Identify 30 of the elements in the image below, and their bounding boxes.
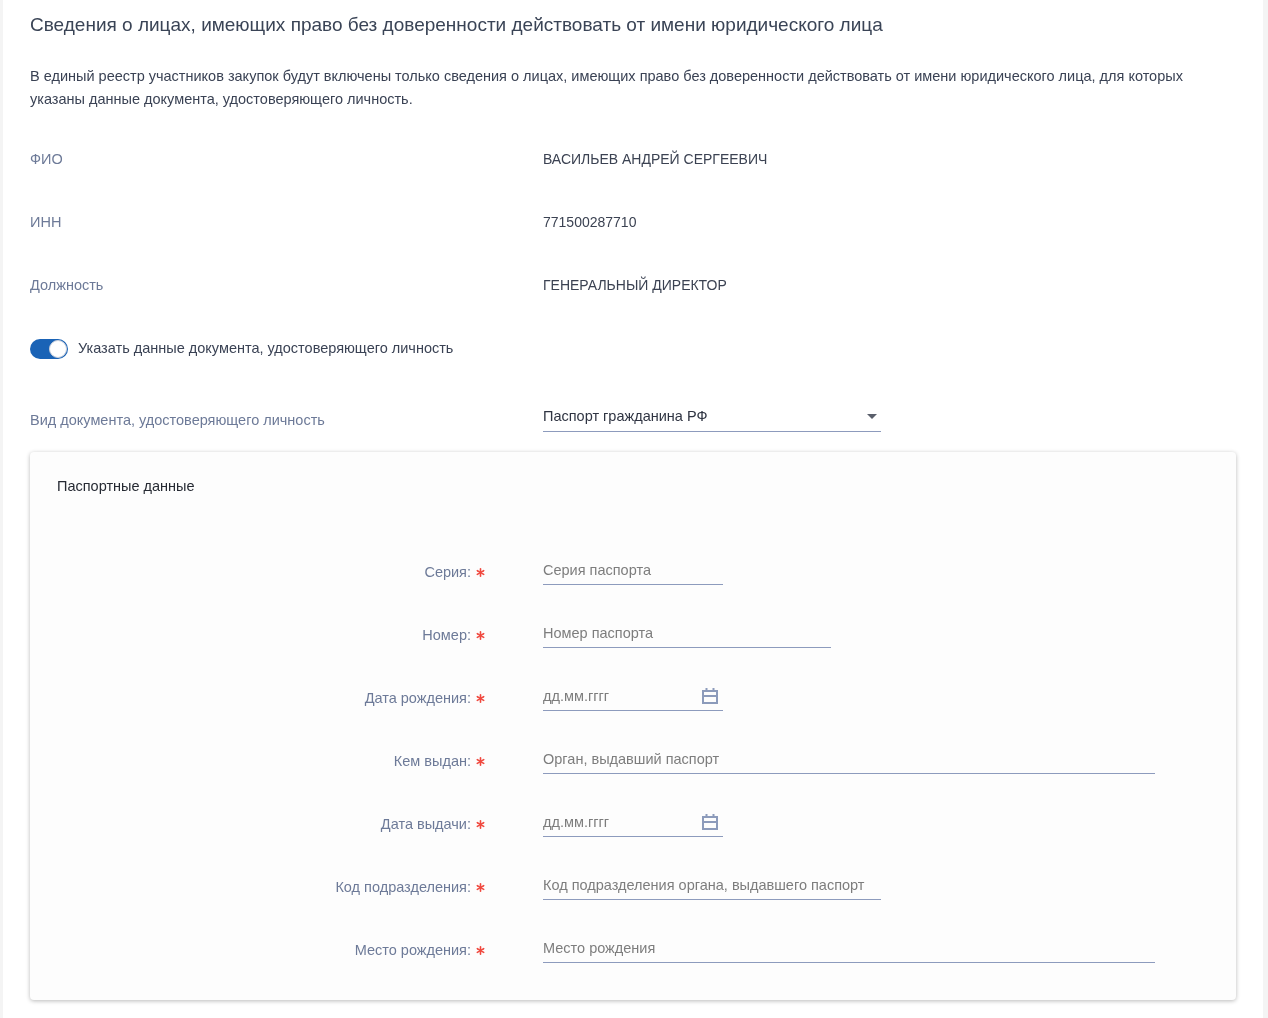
toggle-switch[interactable]: [30, 338, 68, 359]
page-title: Сведения о лицах, имеющих право без доверенности действовать от имени юридического лица: [30, 13, 884, 37]
field-label: ФИО: [30, 149, 64, 169]
field-label: Дата выдачи:: [380, 814, 471, 834]
caret-icon: [867, 414, 877, 419]
description-text: В единый реестр участников закупок будут включены только сведения о лицах, имеющих право без доверенности действовать от имени юридического лица, для которых указаны данные документа, удостоверяющего личность.: [30, 67, 1184, 109]
input-field[interactable]: Серия паспорта: [543, 556, 723, 585]
field-label: Должность: [30, 275, 105, 295]
date-field[interactable]: дд.мм.гггг: [543, 808, 723, 837]
input-field[interactable]: Код подразделения органа, выдавшего паспорт: [543, 871, 881, 900]
input-field[interactable]: Орган, выдавший паспорт: [543, 745, 1155, 774]
toggle-label: Указать данные документа, удостоверяющего личность: [78, 338, 454, 358]
field-label: Номер:: [422, 625, 471, 645]
calendar-icon[interactable]: [702, 813, 718, 830]
field-label: Вид документа, удостоверяющего личность: [30, 411, 326, 430]
field-label: Место рождения:: [354, 940, 471, 960]
field-label: Кем выдан:: [393, 751, 471, 771]
field-label: Код подразделения:: [335, 877, 471, 897]
date-field[interactable]: дд.мм.гггг: [543, 682, 723, 711]
field-value: ГЕНЕРАЛЬНЫЙ ДИРЕКТОР: [543, 275, 727, 295]
field-label: Дата рождения:: [364, 688, 471, 708]
calendar-icon[interactable]: [702, 687, 718, 704]
field-label: Серия:: [424, 562, 471, 582]
field-value: 771500287710: [543, 213, 637, 232]
input-field[interactable]: Номер паспорта: [543, 619, 831, 648]
field-value: ВАСИЛЬЕВ АНДРЕЙ СЕРГЕЕВИЧ: [543, 149, 768, 169]
field-label: ИНН: [30, 212, 63, 232]
input-field[interactable]: Место рождения: [543, 934, 1155, 963]
select-field[interactable]: Паспорт гражданина РФ: [543, 402, 881, 432]
card-title: Паспортные данные: [57, 477, 196, 496]
